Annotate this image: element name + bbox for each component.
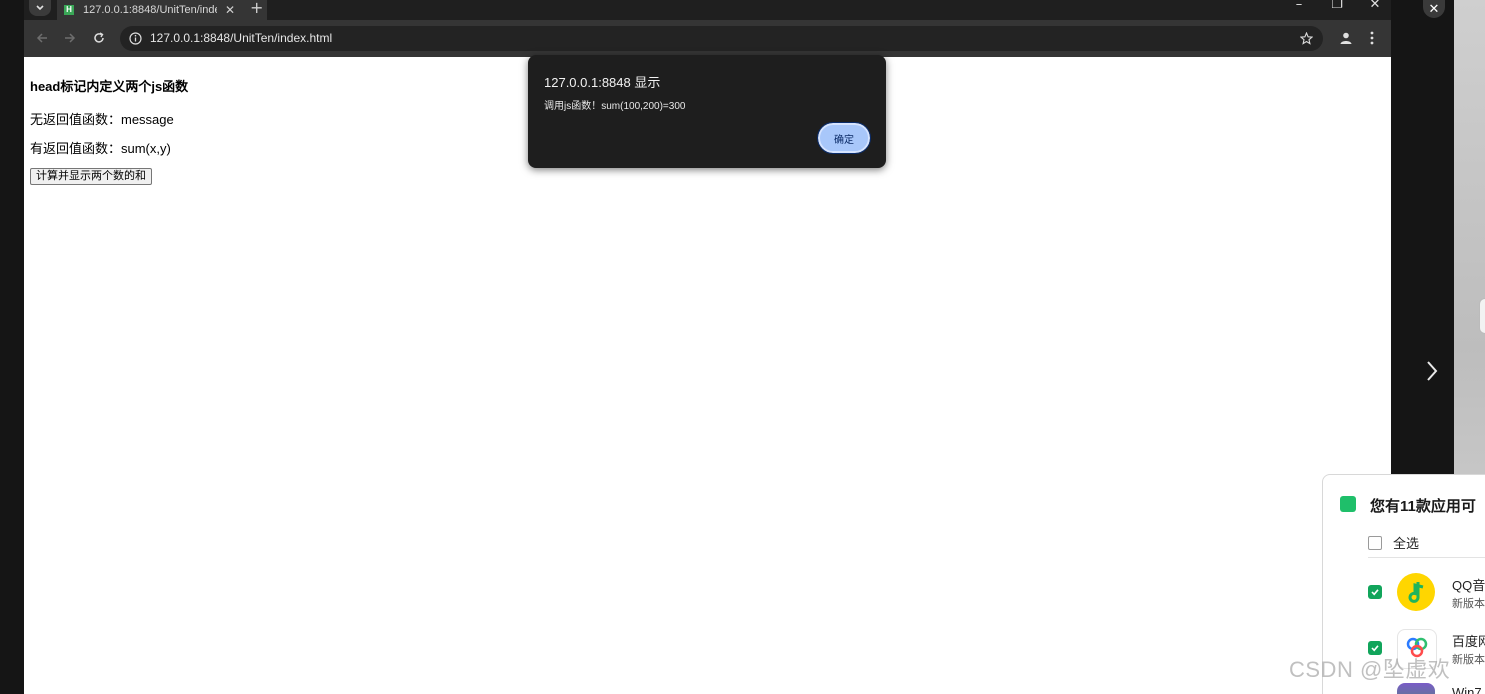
window-controls: – ❐ ✕ [1291, 0, 1383, 12]
back-button[interactable] [32, 28, 52, 48]
checkbox-empty-icon [1368, 535, 1382, 550]
watermark: CSDN @坠虚欢 [1289, 657, 1451, 682]
select-all-label: 全选 [1393, 536, 1420, 551]
list-item-win7[interactable]: Win7 [1368, 683, 1485, 694]
star-icon [1299, 31, 1313, 45]
arrow-left-icon [36, 33, 47, 43]
function-sum-text: 有返回值函数：sum(x,y) [30, 141, 171, 156]
close-icon[interactable]: ✕ [1367, 0, 1383, 12]
app-name: QQ音 [1452, 578, 1485, 593]
hbuilder-icon: H [64, 5, 74, 15]
calculate-sum-button[interactable]: 计算并显示两个数的和 [30, 168, 152, 185]
app-name: 百度网 [1452, 634, 1485, 649]
browser-toolbar: 127.0.0.1:8848/UnitTen/index.html [24, 20, 1391, 57]
reload-button[interactable] [89, 28, 109, 48]
checkbox-checked-icon[interactable] [1368, 585, 1382, 599]
viewer-next-button[interactable] [1421, 355, 1443, 387]
function-message-text: 无返回值函数：message [30, 112, 174, 127]
chevron-down-icon [36, 5, 44, 11]
winrar-icon [1397, 683, 1435, 694]
chevron-right-icon [1427, 361, 1438, 381]
person-icon [1340, 32, 1352, 44]
new-tab-button[interactable]: + [250, 0, 263, 17]
url-text: 127.0.0.1:8848/UnitTen/index.html [150, 31, 333, 45]
site-info-button[interactable] [128, 31, 142, 45]
bookmark-button[interactable] [1299, 31, 1313, 45]
restore-icon[interactable]: ❐ [1329, 0, 1345, 12]
close-icon: ✕ [1428, 1, 1440, 17]
tab-close-icon[interactable]: ✕ [225, 3, 235, 17]
browser-menu-button[interactable] [1364, 28, 1380, 48]
tab-title: 127.0.0.1:8848/UnitTen/index.html [83, 4, 217, 16]
arrow-right-icon [65, 33, 76, 43]
tab-active[interactable]: H 127.0.0.1:8848/UnitTen/index.html ✕ [57, 0, 267, 20]
page-heading: head标记内定义两个js函数 [30, 79, 189, 94]
tab-search-button[interactable] [29, 0, 51, 16]
divider [1368, 557, 1485, 558]
notification-title: 您有11款应用可 [1370, 498, 1476, 515]
minimize-icon[interactable]: – [1291, 0, 1307, 12]
tab-strip: H 127.0.0.1:8848/UnitTen/index.html ✕ + … [24, 0, 1391, 20]
more-vertical-icon [1370, 31, 1374, 45]
alert-title: 127.0.0.1:8848 显示 [544, 75, 661, 90]
address-bar[interactable]: 127.0.0.1:8848/UnitTen/index.html [120, 26, 1323, 51]
select-all-checkbox[interactable]: 全选 [1368, 533, 1419, 552]
profile-button[interactable] [1336, 28, 1356, 48]
forward-button[interactable] [60, 28, 80, 48]
app-version-note: 新版本 [1452, 654, 1485, 666]
info-icon [128, 31, 142, 45]
alert-dialog: 127.0.0.1:8848 显示 调用js函数！sum(100,200)=30… [528, 55, 886, 168]
qq-music-icon [1397, 573, 1435, 611]
side-panel-handle[interactable] [1479, 298, 1485, 334]
app-name: Win7 [1452, 685, 1482, 694]
list-item-qq-music[interactable]: QQ音 新版本 [1368, 573, 1485, 613]
alert-message: 调用js函数！sum(100,200)=300 [544, 101, 686, 112]
viewer-close-button[interactable]: ✕ [1423, 0, 1445, 18]
alert-ok-button[interactable]: 确定 [817, 122, 871, 154]
app-version-note: 新版本 [1452, 598, 1485, 610]
screen: ✕ H 127.0.0.1:8848/UnitTen/index.html ✕ … [0, 0, 1485, 694]
reload-icon [94, 32, 104, 43]
app-store-icon [1340, 496, 1356, 512]
